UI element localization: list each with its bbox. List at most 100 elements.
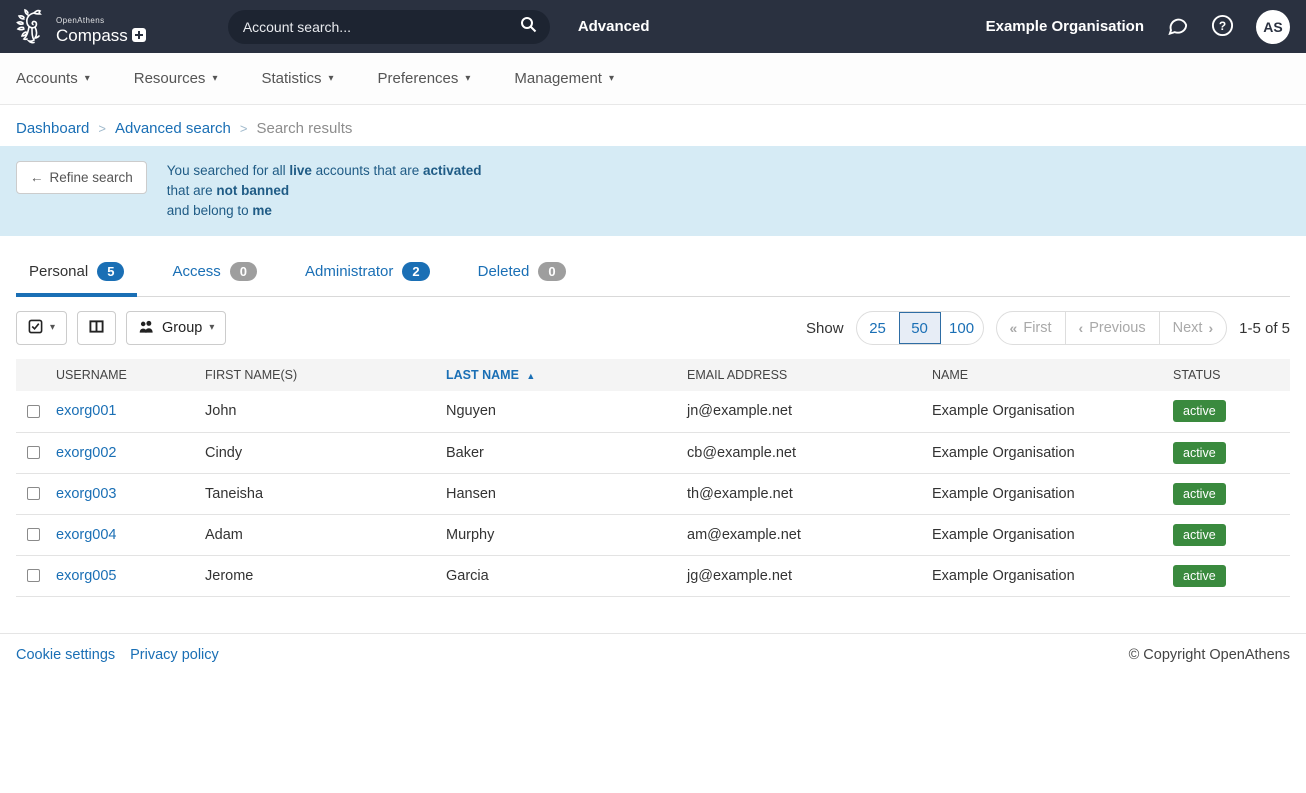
nav-menu-statistics[interactable]: Statistics ▾ xyxy=(261,70,333,87)
row-checkbox[interactable] xyxy=(27,569,40,582)
tab-count-badge: 2 xyxy=(402,262,429,281)
tab-personal[interactable]: Personal 5 xyxy=(16,256,137,297)
account-search-box xyxy=(228,10,550,44)
org-name-cell: Example Organisation xyxy=(932,473,1173,514)
nav-menu-management[interactable]: Management ▾ xyxy=(514,70,614,87)
email-cell: jn@example.net xyxy=(687,391,932,432)
email-cell: cb@example.net xyxy=(687,432,932,473)
table-body: exorg001 John Nguyen jn@example.net Exam… xyxy=(16,391,1290,596)
footer-link-cookie-settings[interactable]: Cookie settings xyxy=(16,647,115,663)
previous-page-button[interactable]: ‹ Previous xyxy=(1065,312,1159,344)
last-name-cell: Hansen xyxy=(446,473,687,514)
advanced-search-link[interactable]: Advanced xyxy=(578,18,650,35)
group-dropdown-button[interactable]: Group ▾ xyxy=(126,311,226,345)
refine-search-button[interactable]: ← Refine search xyxy=(16,161,147,194)
next-page-button[interactable]: Next › xyxy=(1159,312,1227,344)
tab-access[interactable]: Access 0 xyxy=(159,256,270,297)
org-name-cell: Example Organisation xyxy=(932,514,1173,555)
chevron-down-icon: ▾ xyxy=(85,74,90,84)
row-checkbox[interactable] xyxy=(27,487,40,500)
search-icon[interactable] xyxy=(520,16,537,38)
svg-text:?: ? xyxy=(1219,18,1226,32)
results-table-wrap: USERNAME FIRST NAME(S) LAST NAME ▲ EMAIL… xyxy=(16,359,1290,597)
breadcrumb-separator-icon: > xyxy=(98,121,106,136)
row-checkbox[interactable] xyxy=(27,446,40,459)
org-name-cell: Example Organisation xyxy=(932,432,1173,473)
page-size-50[interactable]: 50 xyxy=(899,312,941,344)
pagination: « First ‹ Previous Next › xyxy=(996,311,1228,345)
compass-plus-icon xyxy=(132,28,146,42)
email-cell: th@example.net xyxy=(687,473,932,514)
select-rows-dropdown-button[interactable]: ▾ xyxy=(16,311,67,345)
show-label: Show xyxy=(806,320,844,337)
tab-administrator[interactable]: Administrator 2 xyxy=(292,256,443,297)
page-size-selector: 2550100 xyxy=(856,311,984,345)
username-link[interactable]: exorg002 xyxy=(56,445,116,461)
help-button[interactable]: ? xyxy=(1211,14,1234,40)
last-name-cell: Nguyen xyxy=(446,391,687,432)
tab-count-badge: 5 xyxy=(97,262,124,281)
row-checkbox[interactable] xyxy=(27,405,40,418)
back-arrow-icon: ← xyxy=(30,170,44,185)
chevron-down-icon: ▾ xyxy=(465,74,470,84)
org-name-cell: Example Organisation xyxy=(932,391,1173,432)
status-badge: active xyxy=(1173,442,1226,464)
last-name-cell: Baker xyxy=(446,432,687,473)
status-badge: active xyxy=(1173,524,1226,546)
checkbox-check-icon xyxy=(28,319,43,338)
nav-menu-resources[interactable]: Resources ▾ xyxy=(134,70,218,87)
table-row: exorg001 John Nguyen jn@example.net Exam… xyxy=(16,391,1290,432)
result-range-text: 1-5 of 5 xyxy=(1239,320,1290,337)
status-badge: active xyxy=(1173,483,1226,505)
username-link[interactable]: exorg003 xyxy=(56,486,116,502)
search-summary-text: You searched for all live accounts that … xyxy=(167,161,482,221)
account-search-input[interactable] xyxy=(241,18,520,36)
sort-ascending-icon: ▲ xyxy=(526,371,535,381)
username-link[interactable]: exorg005 xyxy=(56,568,116,584)
primary-nav: Accounts ▾ Resources ▾ Statistics ▾ Pref… xyxy=(0,53,1306,105)
chevron-down-icon: ▾ xyxy=(328,74,333,84)
brand-openathens-label: OpenAthens xyxy=(56,17,146,25)
breadcrumb-link[interactable]: Advanced search xyxy=(115,120,231,137)
top-header: OpenAthens Compass Advanced Example Orga… xyxy=(0,0,1306,53)
breadcrumb-current: Search results xyxy=(256,120,352,137)
tab-deleted[interactable]: Deleted 0 xyxy=(465,256,579,297)
help-question-icon: ? xyxy=(1211,14,1234,40)
username-link[interactable]: exorg004 xyxy=(56,527,116,543)
group-people-icon xyxy=(138,319,155,338)
tab-count-badge: 0 xyxy=(230,262,257,281)
username-link[interactable]: exorg001 xyxy=(56,403,116,419)
org-name-cell: Example Organisation xyxy=(932,555,1173,596)
email-cell: am@example.net xyxy=(687,514,932,555)
column-header-username[interactable]: USERNAME xyxy=(56,359,205,391)
email-cell: jg@example.net xyxy=(687,555,932,596)
user-avatar[interactable]: AS xyxy=(1256,10,1290,44)
brand-logo[interactable]: OpenAthens Compass xyxy=(16,7,146,47)
page-size-25[interactable]: 25 xyxy=(857,312,899,344)
columns-button[interactable] xyxy=(77,311,116,345)
organisation-name: Example Organisation xyxy=(986,18,1144,35)
table-row: exorg005 Jerome Garcia jg@example.net Ex… xyxy=(16,555,1290,596)
column-header-last-name[interactable]: LAST NAME ▲ xyxy=(446,359,687,391)
breadcrumb-link[interactable]: Dashboard xyxy=(16,120,89,137)
nav-menu-preferences[interactable]: Preferences ▾ xyxy=(378,70,471,87)
chevron-down-icon: ▾ xyxy=(212,74,217,84)
first-name-cell: Taneisha xyxy=(205,473,446,514)
column-header-name[interactable]: NAME xyxy=(932,359,1173,391)
column-header-status[interactable]: STATUS xyxy=(1173,359,1290,391)
last-name-cell: Murphy xyxy=(446,514,687,555)
nav-menu-accounts[interactable]: Accounts ▾ xyxy=(16,70,90,87)
row-checkbox[interactable] xyxy=(27,528,40,541)
column-header-email-address[interactable]: EMAIL ADDRESS xyxy=(687,359,932,391)
copyright-text: © Copyright OpenAthens xyxy=(1129,647,1290,663)
breadcrumb-separator-icon: > xyxy=(240,121,248,136)
page-size-100[interactable]: 100 xyxy=(941,312,983,344)
table-header-row: USERNAME FIRST NAME(S) LAST NAME ▲ EMAIL… xyxy=(16,359,1290,391)
footer-link-privacy-policy[interactable]: Privacy policy xyxy=(130,647,219,663)
openathens-owl-logo-icon xyxy=(16,7,50,47)
previous-chevron-icon: ‹ xyxy=(1079,320,1084,336)
search-summary-line: and belong to me xyxy=(167,201,482,221)
first-page-button[interactable]: « First xyxy=(997,312,1065,344)
feedback-chat-button[interactable] xyxy=(1166,14,1189,40)
column-header-first-name-s-[interactable]: FIRST NAME(S) xyxy=(205,359,446,391)
